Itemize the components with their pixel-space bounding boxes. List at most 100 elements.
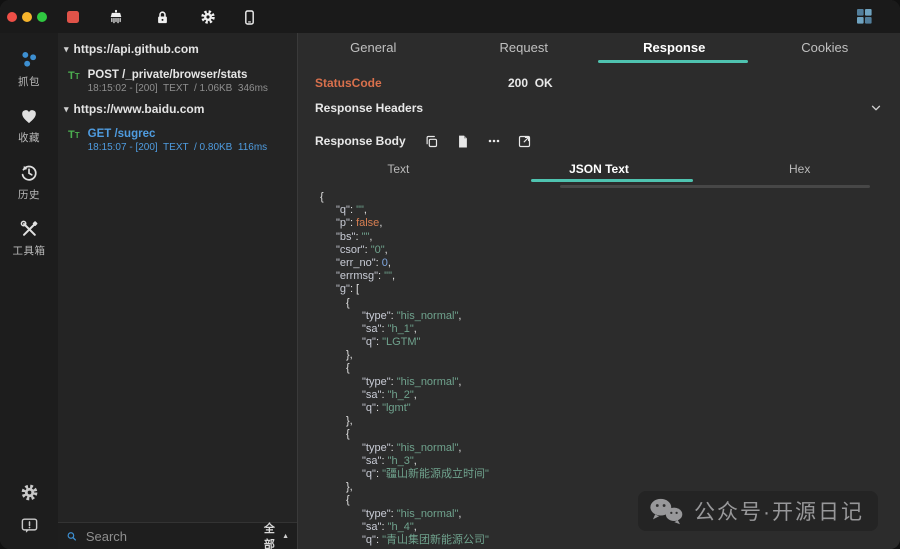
request-meta: 18:15:02 - [200] TEXT / 1.06KB 346ms bbox=[88, 83, 268, 94]
encoding-dots-icon[interactable] bbox=[485, 132, 503, 150]
document-icon[interactable] bbox=[454, 132, 472, 150]
response-body-label: Response Body bbox=[315, 134, 406, 148]
host-url: https://api.github.com bbox=[74, 42, 199, 56]
status-code-row: StatusCode 200 OK bbox=[315, 76, 382, 90]
layout-grid-icon[interactable] bbox=[857, 9, 872, 24]
filter-label: 全部 bbox=[264, 520, 279, 549]
minimize-button[interactable] bbox=[22, 12, 32, 22]
json-code-line: "q": "LGTM" bbox=[320, 336, 900, 349]
host-url: https://www.baidu.com bbox=[74, 102, 205, 116]
wechat-icon bbox=[648, 496, 684, 526]
json-code-line: "type": "his_normal", bbox=[320, 310, 900, 323]
json-code-line: "err_no": 0, bbox=[320, 257, 900, 270]
json-code-line: "p": false, bbox=[320, 217, 900, 230]
request-list-panel: ▾ https://api.github.com TT POST /_priva… bbox=[58, 33, 297, 549]
response-headers-row[interactable]: Response Headers bbox=[315, 101, 883, 115]
search-input[interactable] bbox=[84, 528, 264, 545]
status-code-label: StatusCode bbox=[315, 76, 382, 90]
tab-response[interactable]: Response bbox=[599, 33, 750, 63]
close-button[interactable] bbox=[7, 12, 17, 22]
json-code-line: { bbox=[320, 297, 900, 310]
copy-icon[interactable] bbox=[423, 132, 441, 150]
host-group-github[interactable]: ▾ https://api.github.com bbox=[64, 42, 199, 56]
collapse-triangle-icon[interactable]: ▾ bbox=[64, 44, 69, 55]
request-title: GET /sugrec bbox=[88, 128, 268, 140]
json-code-line: "q": "疆山新能源成立时间" bbox=[320, 468, 900, 481]
json-code-line: "sa": "h_2", bbox=[320, 389, 900, 402]
toolbox-icon bbox=[0, 218, 58, 240]
json-code-line: { bbox=[320, 191, 900, 204]
heart-icon bbox=[0, 105, 58, 127]
json-code-line: "g": [ bbox=[320, 283, 900, 296]
json-code-line: "bs": "", bbox=[320, 231, 900, 244]
active-tab-underline bbox=[598, 60, 748, 63]
response-detail-panel: General Request Response Cookies StatusC… bbox=[298, 33, 900, 549]
sidebar-item-label: 收藏 bbox=[0, 130, 58, 145]
triangle-up-icon: ▲ bbox=[282, 533, 289, 540]
search-icon bbox=[66, 529, 78, 544]
json-code-line: "q": "", bbox=[320, 204, 900, 217]
icon-sidebar: 抓包 收藏 历史 bbox=[0, 33, 58, 549]
sidebar-item-favorites[interactable]: 收藏 bbox=[0, 105, 58, 145]
scrollbar-thumb[interactable] bbox=[560, 185, 870, 188]
capture-nodes-icon bbox=[0, 49, 58, 71]
collapse-triangle-icon[interactable]: ▾ bbox=[64, 104, 69, 115]
json-code-line: "csor": "0", bbox=[320, 244, 900, 257]
tab-cookies[interactable]: Cookies bbox=[750, 33, 900, 63]
sidebar-settings-button[interactable] bbox=[0, 482, 58, 503]
tab-request[interactable]: Request bbox=[449, 33, 600, 63]
search-bar: 全部 ▲ bbox=[58, 522, 297, 549]
json-code-line: "sa": "h_3", bbox=[320, 455, 900, 468]
json-code-line: "type": "his_normal", bbox=[320, 442, 900, 455]
open-editor-icon[interactable] bbox=[516, 132, 534, 150]
content-type-badge: TT bbox=[68, 70, 80, 82]
request-meta: 18:15:07 - [200] TEXT / 0.80KB 116ms bbox=[88, 142, 268, 153]
clear-brush-icon[interactable] bbox=[106, 7, 126, 27]
detail-tab-bar: General Request Response Cookies bbox=[298, 33, 900, 63]
response-body-row: Response Body bbox=[315, 132, 534, 150]
sidebar-item-toolbox[interactable]: 工具箱 bbox=[0, 218, 58, 258]
sidebar-item-capture[interactable]: 抓包 bbox=[0, 49, 58, 89]
body-format-tab-bar: Text JSON Text Hex bbox=[298, 160, 900, 178]
chevron-down-icon[interactable] bbox=[869, 101, 883, 115]
host-group-baidu[interactable]: ▾ https://www.baidu.com bbox=[64, 102, 204, 116]
tab-json-text[interactable]: JSON Text bbox=[499, 160, 700, 178]
filter-dropdown[interactable]: 全部 ▲ bbox=[264, 520, 289, 549]
feedback-icon bbox=[20, 516, 39, 535]
status-code-value: 200 OK bbox=[508, 76, 553, 90]
sidebar-item-history[interactable]: 历史 bbox=[0, 162, 58, 202]
json-code-line: { bbox=[320, 362, 900, 375]
sidebar-item-label: 抓包 bbox=[0, 74, 58, 89]
json-code-line: }, bbox=[320, 415, 900, 428]
watermark-text: 公众号·开源日记 bbox=[694, 496, 864, 526]
sidebar-item-label: 工具箱 bbox=[0, 243, 58, 258]
settings-gear-icon bbox=[19, 482, 40, 503]
json-code-line: "q": "lgmt" bbox=[320, 402, 900, 415]
tab-text[interactable]: Text bbox=[298, 160, 499, 178]
json-code-line: "errmsg": "", bbox=[320, 270, 900, 283]
sidebar-feedback-button[interactable] bbox=[0, 516, 58, 535]
json-code-line: "type": "his_normal", bbox=[320, 376, 900, 389]
history-icon bbox=[0, 162, 58, 184]
watermark: 公众号·开源日记 bbox=[638, 491, 878, 531]
request-title: POST /_private/browser/stats bbox=[88, 69, 268, 81]
sidebar-item-label: 历史 bbox=[0, 187, 58, 202]
settings-gear-icon[interactable] bbox=[198, 7, 218, 27]
proxy-lock-icon[interactable] bbox=[152, 7, 172, 27]
phone-mirror-icon[interactable] bbox=[239, 7, 259, 27]
content-type-badge: TT bbox=[68, 129, 80, 141]
tab-hex[interactable]: Hex bbox=[699, 160, 900, 178]
request-entry[interactable]: TT POST /_private/browser/stats 18:15:02… bbox=[68, 69, 268, 94]
request-entry-selected[interactable]: TT GET /sugrec 18:15:07 - [200] TEXT / 0… bbox=[68, 128, 267, 153]
record-stop-button[interactable] bbox=[67, 11, 79, 23]
json-code-line: { bbox=[320, 428, 900, 441]
json-code-line: "q": "青山集团新能源公司" bbox=[320, 534, 900, 547]
json-code-line: }, bbox=[320, 349, 900, 362]
app-window: 抓包 收藏 历史 bbox=[0, 0, 900, 549]
tab-general[interactable]: General bbox=[298, 33, 449, 63]
response-headers-label: Response Headers bbox=[315, 101, 423, 115]
zoom-button[interactable] bbox=[37, 12, 47, 22]
titlebar bbox=[0, 0, 900, 33]
json-code-line: "sa": "h_1", bbox=[320, 323, 900, 336]
active-subtab-underline bbox=[531, 179, 693, 182]
